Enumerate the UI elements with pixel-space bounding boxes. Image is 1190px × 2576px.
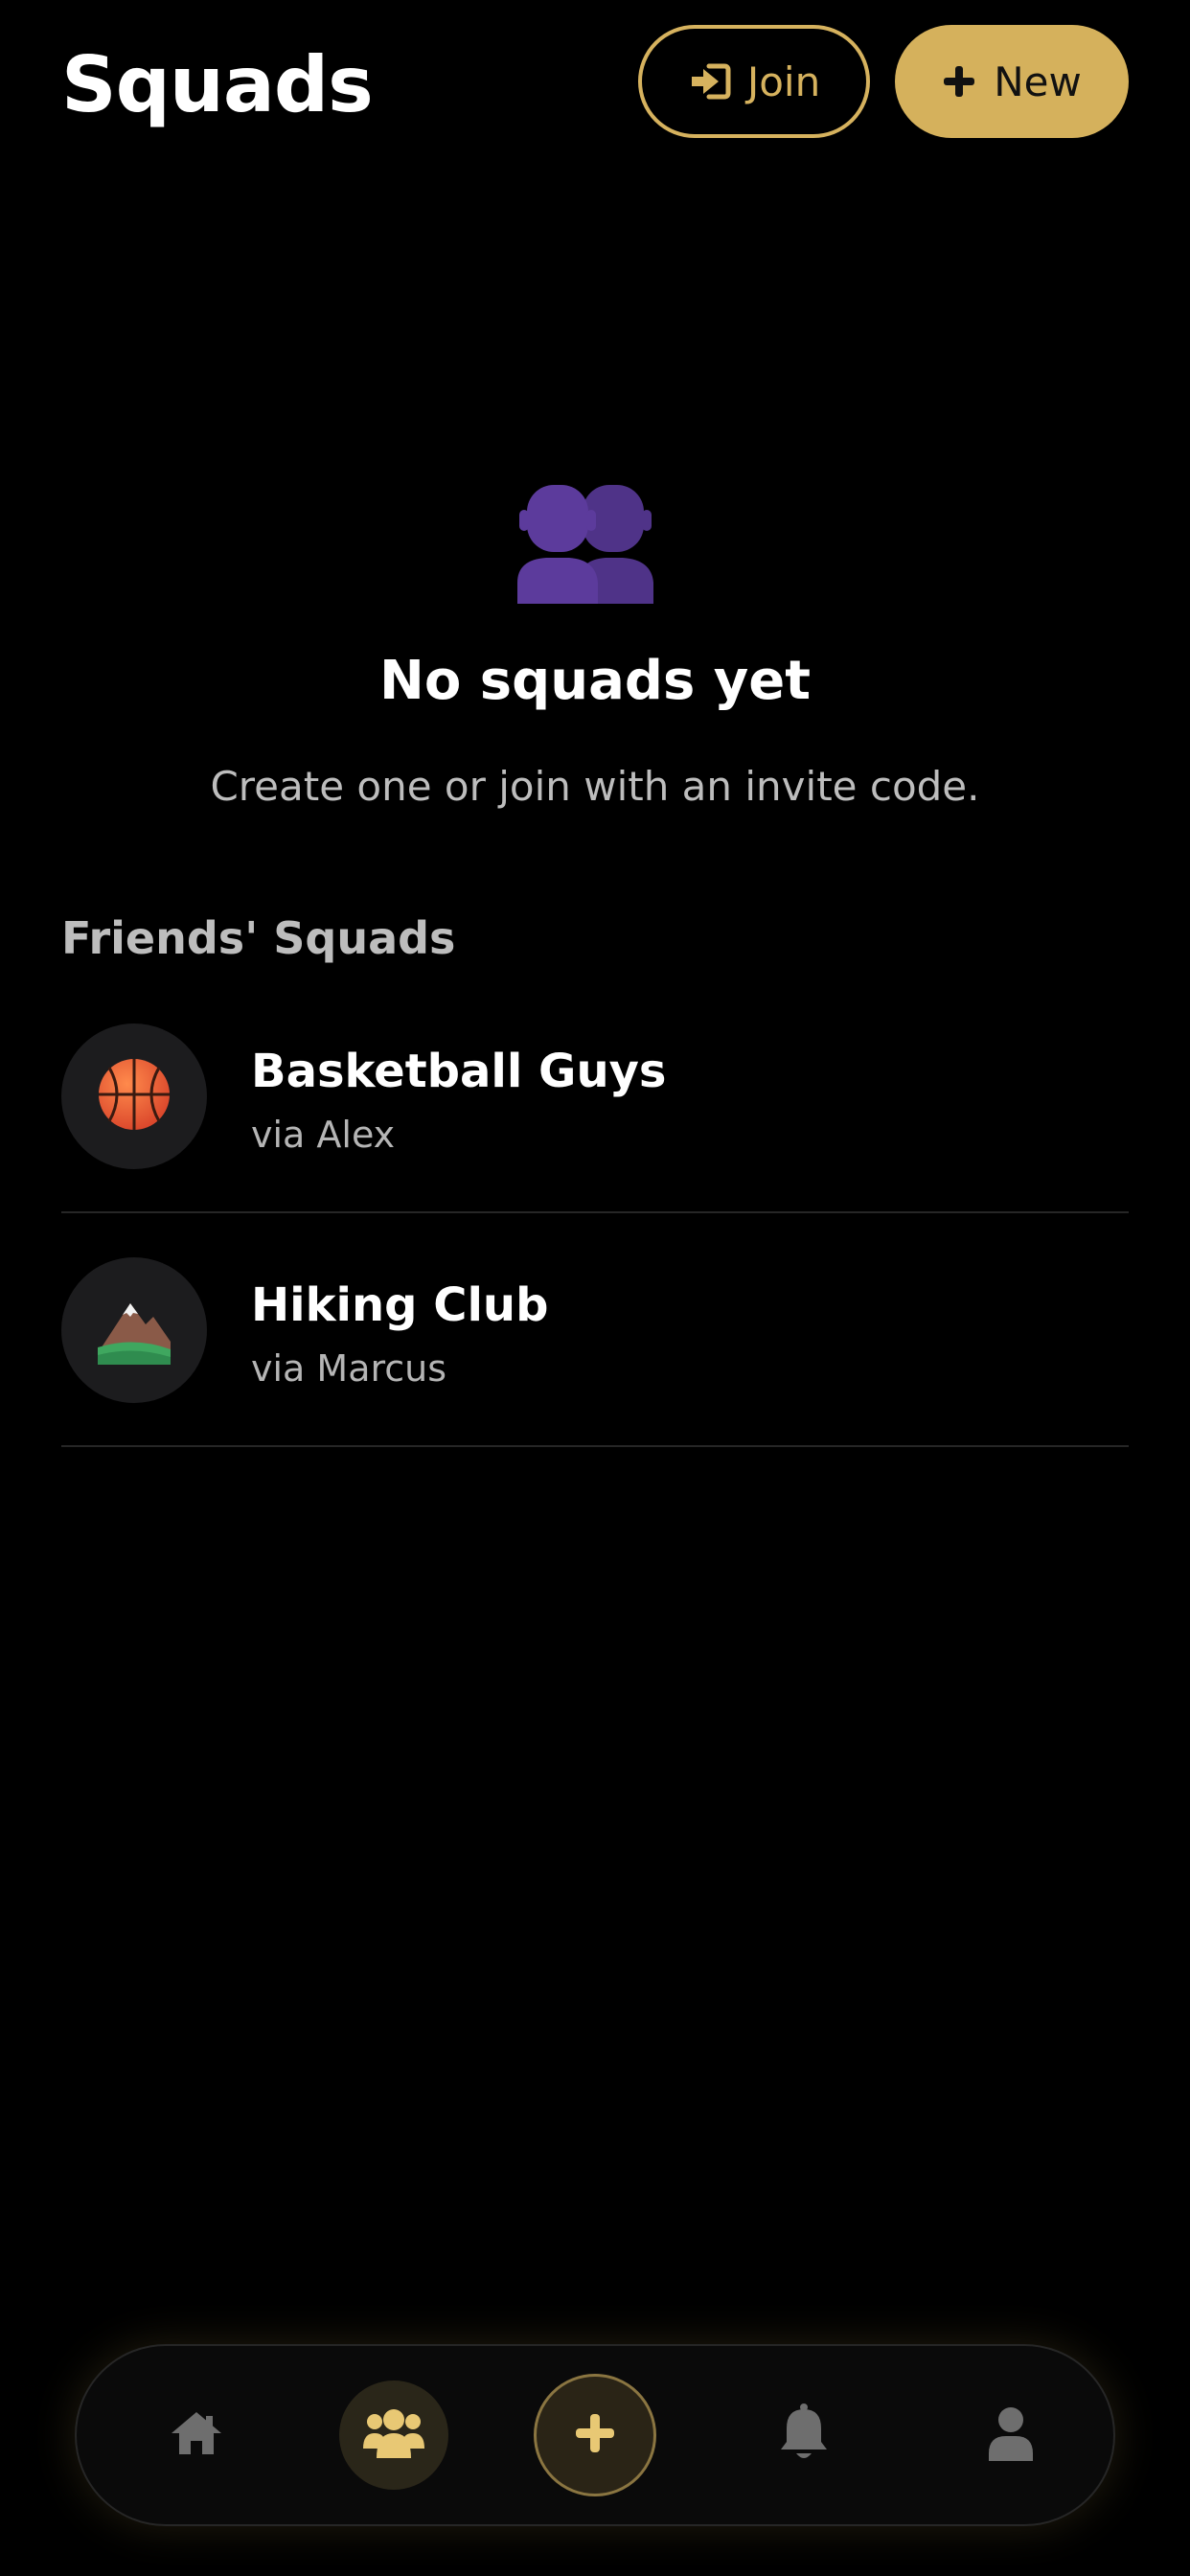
squad-name: Hiking Club	[251, 1278, 549, 1332]
plus-icon	[574, 2412, 616, 2458]
nav-notifications[interactable]	[742, 2346, 866, 2524]
user-icon	[987, 2405, 1035, 2465]
squad-via: via Alex	[251, 1114, 396, 1156]
home-icon	[168, 2408, 225, 2462]
nav-create-button	[534, 2374, 656, 2496]
page-title: Squads	[61, 40, 374, 129]
bottom-nav	[75, 2344, 1115, 2526]
users-icon	[361, 2406, 426, 2464]
join-button-label: Join	[746, 58, 821, 105]
squad-row-hiking-club[interactable]: Hiking Club via Marcus	[61, 1213, 1129, 1447]
squad-row-basketball-guys[interactable]: Basketball Guys via Alex	[61, 979, 1129, 1213]
squad-name: Basketball Guys	[251, 1045, 667, 1098]
mountain-icon	[96, 1290, 172, 1370]
people-silhouette-icon	[515, 479, 669, 604]
nav-squads-active-pill	[339, 2380, 448, 2490]
bell-icon	[777, 2404, 831, 2467]
new-squad-button-label: New	[994, 58, 1082, 105]
friends-squads-heading: Friends' Squads	[61, 912, 456, 964]
nav-home[interactable]	[134, 2346, 259, 2524]
nav-create[interactable]	[533, 2346, 657, 2524]
nav-squads[interactable]	[332, 2346, 456, 2524]
empty-state-subtitle: Create one or join with an invite code.	[210, 763, 980, 810]
squad-via: via Marcus	[251, 1347, 447, 1390]
squad-avatar	[61, 1024, 207, 1169]
new-squad-button[interactable]: New	[895, 25, 1129, 138]
nav-profile[interactable]	[949, 2346, 1073, 2524]
basketball-icon	[96, 1056, 172, 1137]
plus-icon	[942, 64, 976, 99]
empty-state-title: No squads yet	[378, 650, 812, 712]
join-button[interactable]: Join	[638, 25, 870, 138]
squads-screen: Squads Join New No squads yet Create one…	[0, 0, 1190, 2576]
header: Squads Join New	[0, 0, 1190, 172]
squad-avatar	[61, 1257, 207, 1403]
sign-in-icon	[688, 62, 732, 101]
